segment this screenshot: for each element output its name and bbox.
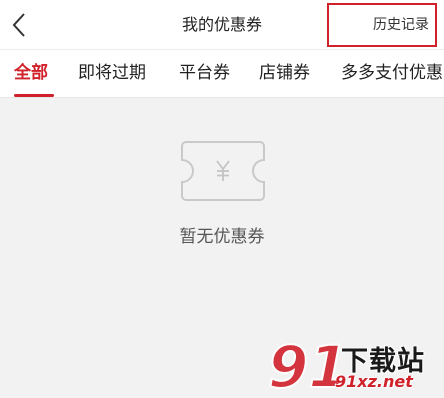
top-bar: 我的优惠券 历史记录 (0, 0, 444, 50)
back-button[interactable] (4, 8, 34, 42)
tab-platform-coupons[interactable]: 平台券 (179, 50, 230, 97)
watermark-url: 91xz.net (335, 372, 413, 391)
active-tab-indicator (14, 94, 54, 97)
tab-expiring-soon[interactable]: 即将过期 (78, 50, 146, 97)
coupon-tabs: 全部 即将过期 平台券 店铺券 多多支付优惠 (0, 50, 444, 98)
tab-duoduo-pay-discounts[interactable]: 多多支付优惠 (341, 50, 443, 97)
tab-all[interactable]: 全部 (14, 50, 48, 97)
tab-store-coupons[interactable]: 店铺券 (259, 50, 310, 97)
coupon-yen-icon (181, 141, 265, 201)
empty-state-text: 暂无优惠券 (179, 227, 265, 247)
back-arrow-icon (12, 13, 25, 37)
history-records-button[interactable]: 历史记录 (327, 3, 437, 47)
